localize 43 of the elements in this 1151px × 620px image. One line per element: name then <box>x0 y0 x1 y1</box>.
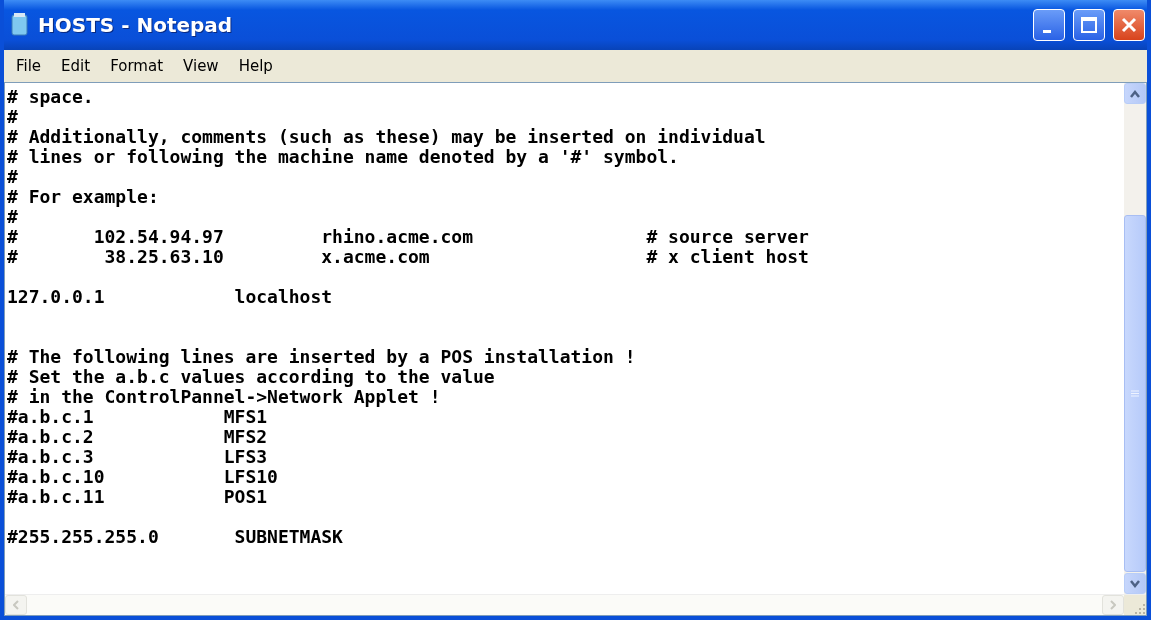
resize-grip-icon[interactable] <box>1134 603 1146 615</box>
chevron-left-icon <box>13 600 19 610</box>
text-line: #a.b.c.11 POS1 <box>7 487 269 507</box>
text-line: # The following lines are inserted by a POS installation ! <box>7 347 637 367</box>
text-line: # Additionally, comments (such as these) may be inserted on individual <box>7 127 767 147</box>
text-line: # 102.54.94.97 rhino.acme.com # source server <box>7 227 810 247</box>
close-button[interactable] <box>1113 9 1145 41</box>
scroll-thumb[interactable] <box>1124 215 1146 572</box>
text-line: # <box>7 107 19 127</box>
minimize-button[interactable] <box>1033 9 1065 41</box>
text-line: #a.b.c.2 MFS2 <box>7 427 269 447</box>
text-line: # For example: <box>7 187 160 207</box>
text-line: #255.255.255.0 SUBNETMASK <box>7 527 344 547</box>
text-line: # <box>7 207 19 227</box>
notepad-icon <box>10 13 30 37</box>
scroll-down-button[interactable] <box>1124 573 1146 594</box>
text-line: # <box>7 167 19 187</box>
text-line: #a.b.c.10 LFS10 <box>7 467 279 487</box>
chevron-up-icon <box>1130 89 1140 98</box>
horizontal-scrollbar[interactable] <box>5 594 1146 615</box>
menu-item[interactable]: Help <box>230 55 281 77</box>
text-line: # 38.25.63.10 x.acme.com # x client host <box>7 247 810 267</box>
text-line: #a.b.c.3 LFS3 <box>7 447 269 467</box>
text-line: # lines or following the machine name denoted by a '#' symbol. <box>7 147 680 167</box>
chevron-right-icon <box>1110 600 1116 610</box>
vertical-scrollbar[interactable] <box>1124 83 1146 594</box>
grip-lines-icon <box>1131 389 1139 398</box>
chevron-down-icon <box>1130 579 1140 588</box>
text-line: # in the ControlPannel->Network Applet ! <box>7 387 442 407</box>
scroll-up-button[interactable] <box>1124 83 1146 104</box>
menu-item[interactable]: View <box>175 55 227 77</box>
maximize-icon <box>1080 16 1098 34</box>
menu-item[interactable]: Format <box>102 55 172 77</box>
minimize-icon <box>1042 29 1051 33</box>
text-line: # Set the a.b.c values according to the value <box>7 367 496 387</box>
maximize-button[interactable] <box>1073 9 1105 41</box>
close-icon <box>1120 16 1138 34</box>
text-line: 127.0.0.1 localhost <box>7 287 334 307</box>
text-line: # space. <box>7 87 95 107</box>
menu-item[interactable]: File <box>8 55 50 77</box>
window-title: HOSTS - Notepad <box>38 13 234 37</box>
text-line: #a.b.c.1 MFS1 <box>7 407 269 427</box>
menu-item[interactable]: Edit <box>53 55 99 77</box>
